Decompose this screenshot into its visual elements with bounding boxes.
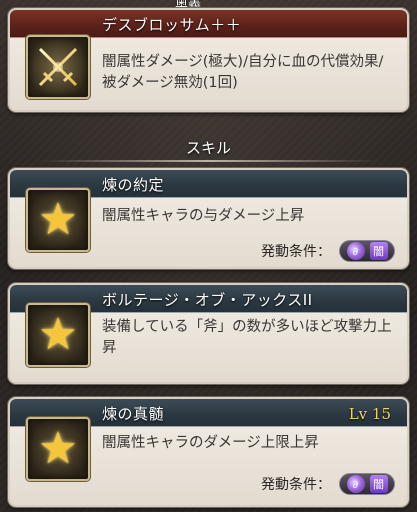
- skill-description: 装備している「斧」の数が多いほど攻撃力上昇: [102, 319, 392, 356]
- skill-title: 煉の約定: [102, 176, 165, 194]
- star-icon: ★: [38, 309, 78, 360]
- activation-condition: 発動条件： ∂ 闇: [261, 471, 395, 497]
- swirl-icon: ∂: [346, 242, 365, 260]
- ougi-card[interactable]: デスブロッサム＋＋ 闇属性ダメージ(極大)/自分に血の代償効果/被ダメージ無効(…: [8, 8, 409, 112]
- swirl-icon: ∂: [346, 475, 365, 493]
- ougi-description: 闇属性ダメージ(極大)/自分に血の代償効果/被ダメージ無効(1回): [102, 54, 384, 91]
- star-icon: ★: [38, 194, 78, 245]
- dark-element-chip: 闇: [369, 242, 388, 260]
- condition-label: 発動条件：: [261, 477, 331, 493]
- ougi-title: デスブロッサム＋＋: [102, 16, 242, 34]
- skill-description: 闇属性キャラのダメージ上限上昇: [102, 435, 319, 451]
- activation-condition: 発動条件： ∂ 闇: [261, 238, 395, 264]
- skill-icon-frame: ★: [26, 303, 90, 367]
- skill-level: Lv 15: [348, 405, 391, 423]
- skill-card[interactable]: 煉の約定 ★ 闇属性キャラの与ダメージ上昇 発動条件： ∂ 闇: [8, 168, 409, 269]
- skill-card[interactable]: ボルテージ・オブ・アックスII ★ 装備している「斧」の数が多いほど攻撃力上昇: [8, 283, 409, 384]
- condition-label: 発動条件：: [261, 244, 331, 260]
- ougi-icon-frame: [26, 35, 90, 99]
- skill-description: 闇属性キャラの与ダメージ上昇: [102, 208, 305, 224]
- dark-element-chip: 闇: [369, 475, 388, 493]
- condition-badge: ∂ 闇: [339, 240, 395, 262]
- crossed-swords-icon: [38, 47, 78, 87]
- skill-title: 煉の真髄: [102, 405, 165, 423]
- condition-badge: ∂ 闇: [339, 473, 395, 495]
- skill-icon-frame: ★: [26, 417, 90, 481]
- skill-card[interactable]: 煉の真髄 Lv 15 ★ 闇属性キャラのダメージ上限上昇 発動条件： ∂ 闇: [8, 397, 409, 507]
- skill-title: ボルテージ・オブ・アックスII: [102, 291, 313, 309]
- section-divider: [40, 160, 377, 162]
- star-icon: ★: [38, 423, 78, 474]
- skill-icon-frame: ★: [26, 188, 90, 252]
